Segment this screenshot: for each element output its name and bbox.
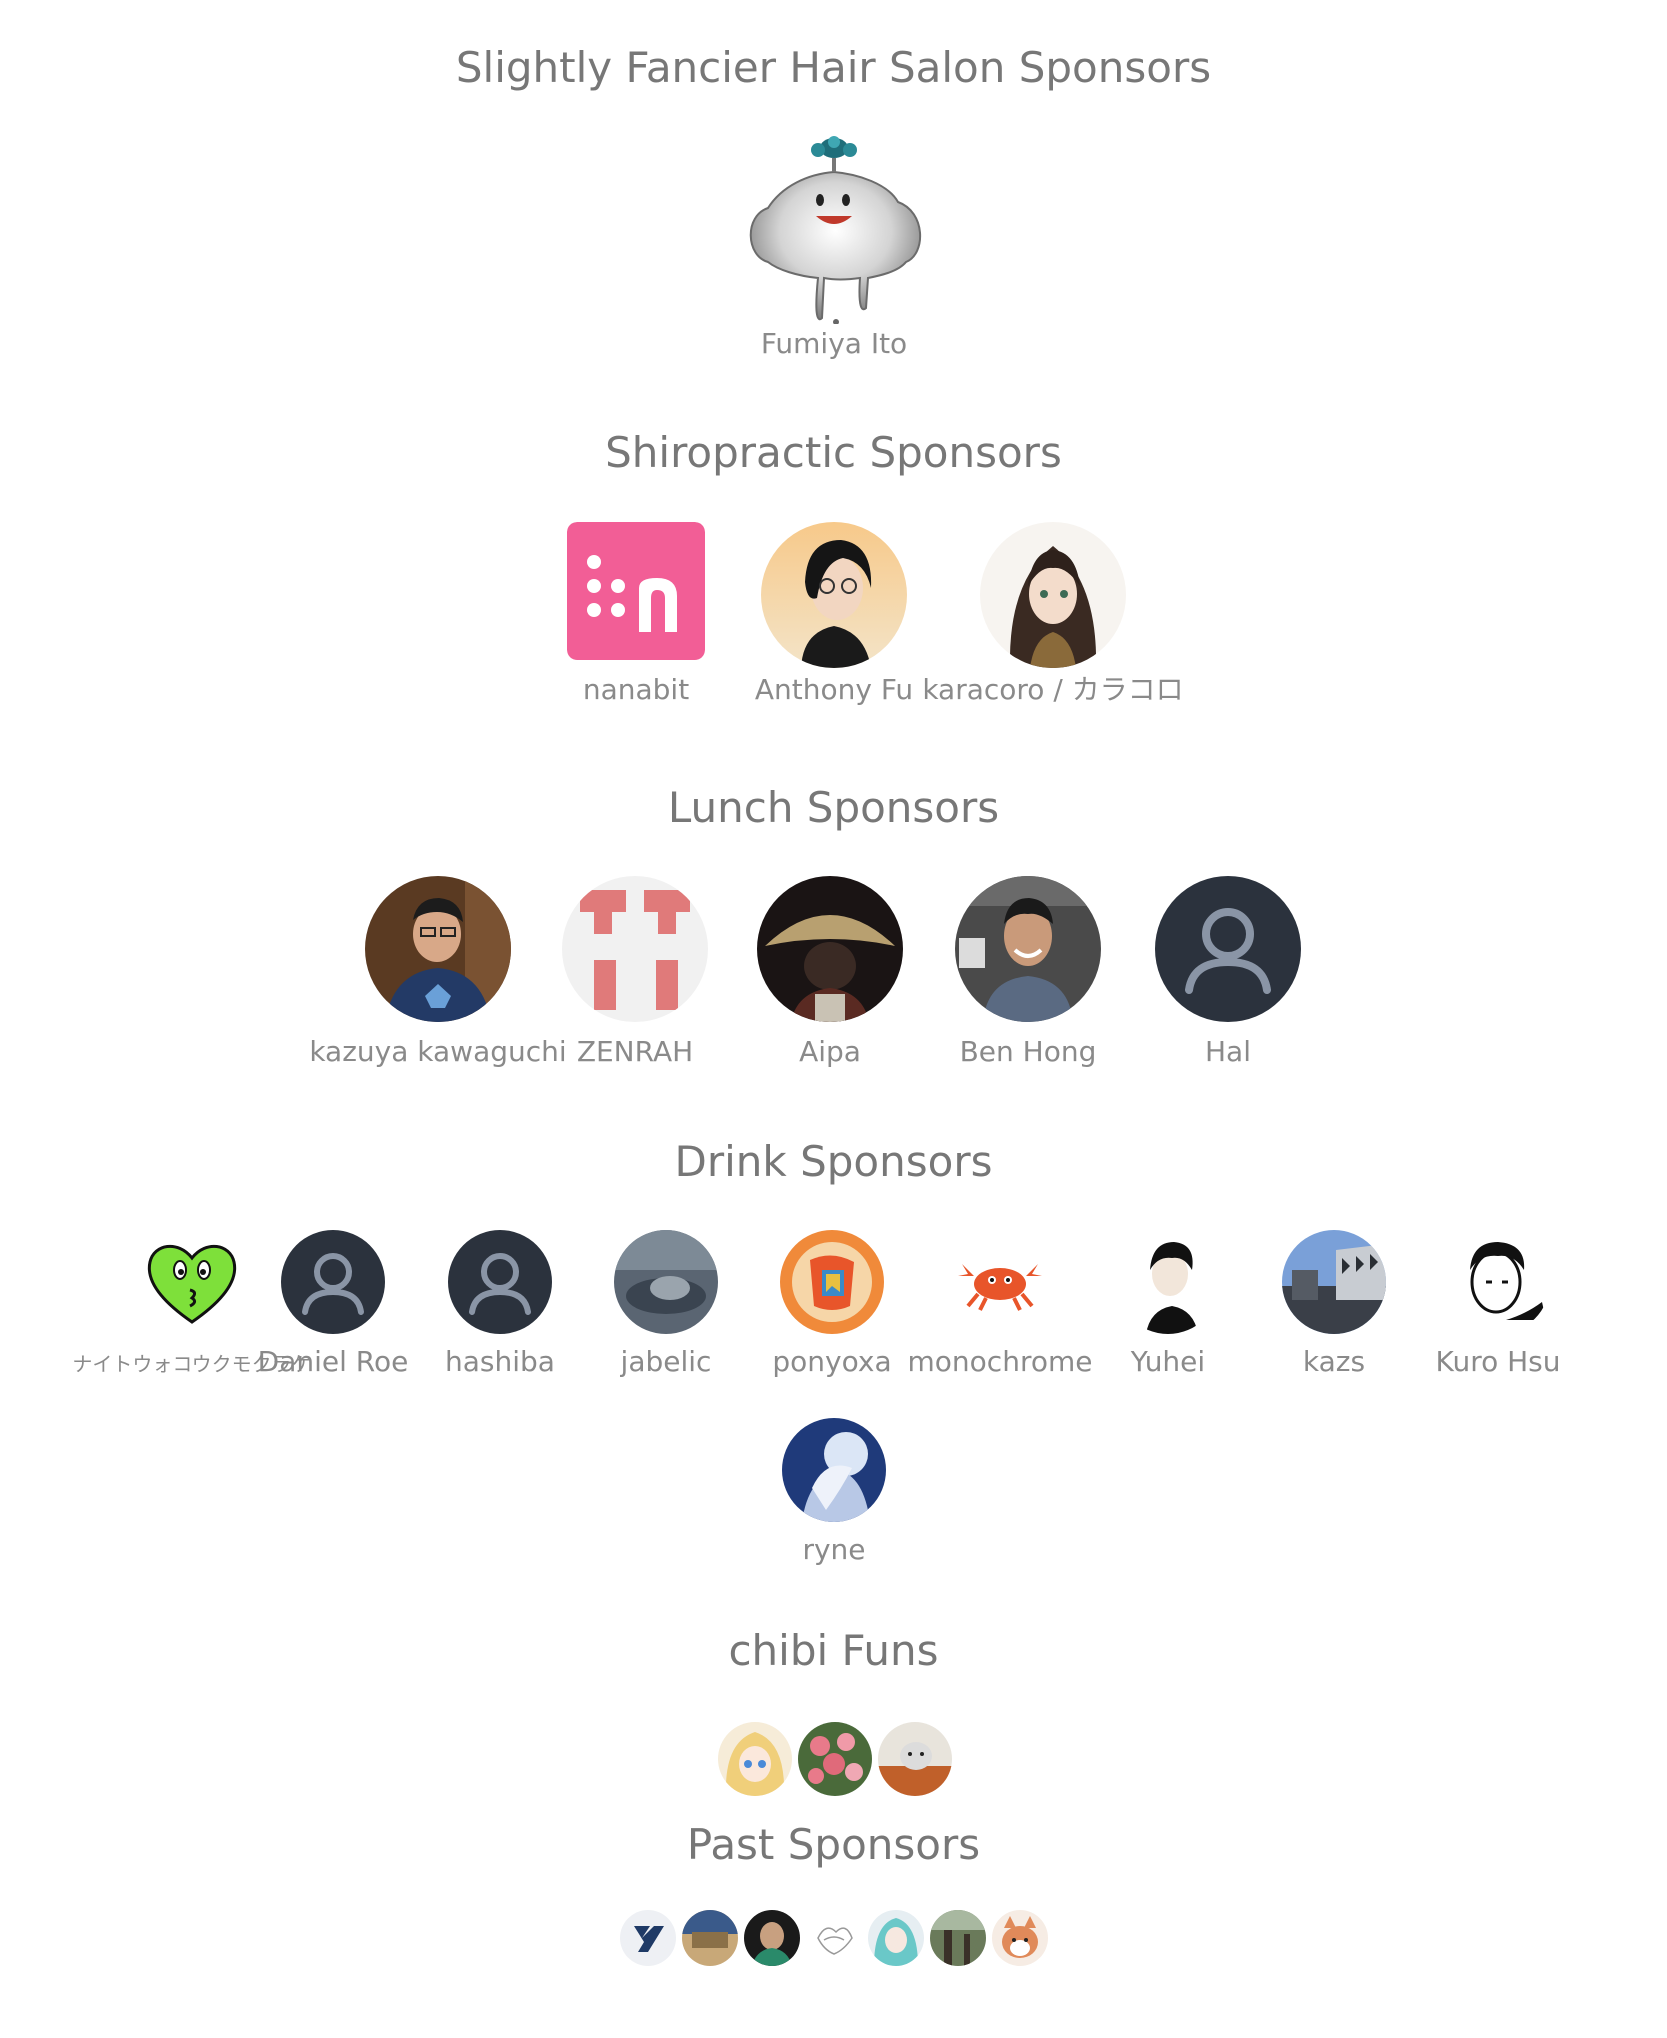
crab-icon xyxy=(948,1230,1052,1334)
landscape-icon[interactable] xyxy=(682,1910,738,1966)
sponsor-name: Hal xyxy=(1205,1035,1251,1068)
sponsor-name: Yuhei xyxy=(1130,1345,1206,1378)
green-heart-icon xyxy=(140,1230,244,1334)
default-user-icon xyxy=(281,1230,385,1334)
y-logo-icon[interactable] xyxy=(620,1910,676,1966)
tier-title-shiropractic: Shiropractic Sponsors xyxy=(605,428,1062,477)
sponsor-monochrome[interactable]: monochrome xyxy=(900,1230,1100,1376)
cat-photo-icon xyxy=(614,1230,718,1334)
sponsor-zenrah[interactable]: ZENRAH xyxy=(562,876,708,1066)
sponsor-ponyoxa[interactable]: ponyoxa xyxy=(766,1230,898,1376)
bowl-icon[interactable] xyxy=(878,1722,952,1796)
sponsor-name: Kuro Hsu xyxy=(1435,1345,1561,1378)
sponsor-kazs[interactable]: kazs xyxy=(1268,1230,1400,1376)
chibi-funs-list xyxy=(718,1722,952,1796)
nanabit-logo-icon xyxy=(567,522,705,660)
sponsor-ben-hong[interactable]: Ben Hong xyxy=(948,876,1108,1066)
sponsor-karacoro[interactable]: karacoro / カラコロ xyxy=(922,522,1184,704)
shiba-icon[interactable] xyxy=(992,1910,1048,1966)
sponsor-anthony-fu[interactable]: Anthony Fu xyxy=(752,522,916,704)
anime-portrait-icon xyxy=(761,522,907,668)
anime-girl-icon xyxy=(980,522,1126,668)
sponsors-page: Slightly Fancier Hair Salon Sponsors Fum… xyxy=(0,0,1667,2038)
sponsor-name: ZENRAH xyxy=(576,1035,694,1068)
sketch-portrait-icon xyxy=(1116,1230,1220,1334)
person-photo-icon xyxy=(365,876,511,1022)
building-photo-icon xyxy=(1282,1230,1386,1334)
sponsor-name: kazuya kawaguchi xyxy=(309,1035,567,1068)
tier-title-drink: Drink Sponsors xyxy=(674,1137,993,1186)
sponsor-aipa[interactable]: Aipa xyxy=(757,876,903,1066)
anime-teal-icon[interactable] xyxy=(868,1910,924,1966)
sponsor-kazuya-kawaguchi[interactable]: kazuya kawaguchi xyxy=(300,876,576,1066)
sponsor-hashiba[interactable]: hashiba xyxy=(434,1230,566,1376)
sponsor-yuhei[interactable]: Yuhei xyxy=(1102,1230,1234,1376)
sketch-icon[interactable] xyxy=(806,1910,862,1966)
sponsor-name: monochrome xyxy=(907,1345,1093,1378)
sponsor-hal[interactable]: Hal xyxy=(1155,876,1301,1066)
default-user-icon xyxy=(1155,876,1301,1022)
person-photo-icon[interactable] xyxy=(744,1910,800,1966)
sponsor-name: jabelic xyxy=(620,1345,712,1378)
sponsor-name: Anthony Fu xyxy=(754,673,914,706)
sponsor-jabelic[interactable]: jabelic xyxy=(600,1230,732,1376)
anime-girl-icon[interactable] xyxy=(718,1722,792,1796)
tier-title-lunch: Lunch Sponsors xyxy=(667,783,1000,832)
tier-title-chibi: chibi Funs xyxy=(728,1626,939,1675)
past-sponsors-list xyxy=(620,1910,1048,1966)
zenrah-logo-icon xyxy=(562,876,708,1022)
sponsor-name: Ben Hong xyxy=(959,1035,1097,1068)
default-user-icon xyxy=(448,1230,552,1334)
anime-moon-icon xyxy=(782,1418,886,1522)
sponsor-green-heart[interactable]: ナイトウォコウクモクラケ xyxy=(72,1230,312,1374)
sketch-portrait-icon xyxy=(1446,1230,1550,1334)
flowers-icon[interactable] xyxy=(798,1722,872,1796)
sponsor-name: ponyoxa xyxy=(772,1345,892,1378)
person-photo-icon xyxy=(955,876,1101,1022)
tier-title-past: Past Sponsors xyxy=(686,1820,981,1869)
forest-icon[interactable] xyxy=(930,1910,986,1966)
sponsor-nanabit[interactable]: nanabit xyxy=(558,522,714,704)
sponsor-ryne[interactable]: ryne xyxy=(768,1418,900,1564)
metal-slime-icon xyxy=(738,132,930,324)
sponsor-name: kazs xyxy=(1302,1345,1366,1378)
illustration-icon xyxy=(780,1230,884,1334)
sponsor-name: Aipa xyxy=(799,1035,861,1068)
sponsor-name: nanabit xyxy=(582,673,690,706)
tier-title-fancier: Slightly Fancier Hair Salon Sponsors xyxy=(455,43,1212,92)
sponsor-name: Fumiya Ito xyxy=(760,327,908,360)
sponsor-kuro-hsu[interactable]: Kuro Hsu xyxy=(1428,1230,1568,1376)
sponsor-name: karacoro / カラコロ xyxy=(922,673,1184,706)
sponsor-daniel-roe[interactable]: Daniel Roe xyxy=(258,1230,408,1376)
sponsor-name: hashiba xyxy=(445,1345,555,1378)
sponsor-fumiya-ito[interactable]: Fumiya Ito xyxy=(738,132,930,358)
sponsor-name: ryne xyxy=(802,1533,866,1566)
straw-hat-icon xyxy=(757,876,903,1022)
sponsor-name: Daniel Roe xyxy=(257,1345,409,1378)
